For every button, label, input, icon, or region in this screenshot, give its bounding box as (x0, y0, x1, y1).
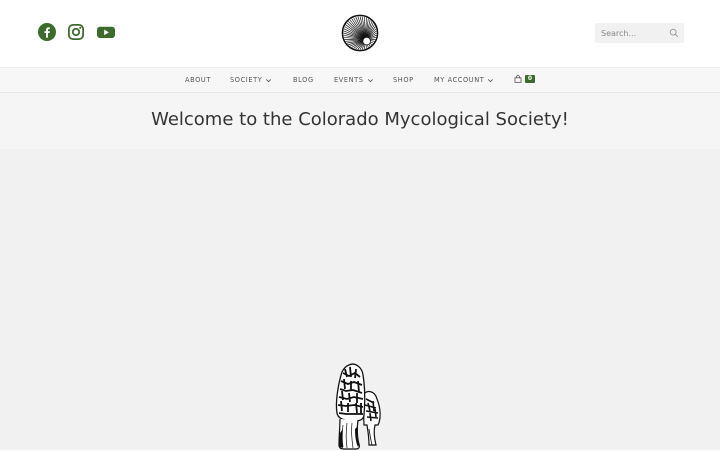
nav-item-about[interactable]: ABOUT (185, 68, 211, 92)
chevron-down-icon (265, 77, 272, 84)
site-logo[interactable] (341, 14, 379, 52)
youtube-icon[interactable] (96, 23, 116, 41)
nav-item-label: ABOUT (185, 76, 211, 84)
search-input[interactable] (595, 29, 665, 38)
facebook-icon[interactable] (38, 23, 56, 41)
nav-item-label: EVENTS (334, 76, 364, 84)
instagram-icon[interactable] (67, 23, 85, 41)
page-title: Welcome to the Colorado Mycological Soci… (0, 109, 720, 130)
nav-item-blog[interactable]: BLOG (293, 68, 314, 92)
morel-mushroom-illustration (331, 363, 389, 451)
search-box[interactable] (595, 23, 684, 43)
nav-item-events[interactable]: EVENTS (334, 68, 374, 92)
site-header (0, 0, 720, 67)
hero-section (0, 149, 720, 450)
nav-item-society[interactable]: SOCIETY (230, 68, 272, 92)
nav-item-label: SHOP (393, 76, 414, 84)
social-links (38, 23, 116, 41)
main-navigation: ABOUT SOCIETY BLOG EVENTS SHOP MY ACCOUN… (0, 67, 720, 93)
shopping-bag-icon (514, 75, 522, 83)
nav-item-label: SOCIETY (230, 76, 262, 84)
search-icon[interactable] (669, 28, 679, 38)
nav-item-label: BLOG (293, 76, 314, 84)
nav-item-label: MY ACCOUNT (434, 76, 484, 84)
page-title-band: Welcome to the Colorado Mycological Soci… (0, 93, 720, 149)
cart-button[interactable]: 0 (514, 75, 535, 83)
nav-item-my-account[interactable]: MY ACCOUNT (434, 68, 494, 92)
chevron-down-icon (367, 77, 374, 84)
cart-count-badge: 0 (525, 75, 535, 83)
chevron-down-icon (487, 77, 494, 84)
nav-item-shop[interactable]: SHOP (393, 68, 414, 92)
